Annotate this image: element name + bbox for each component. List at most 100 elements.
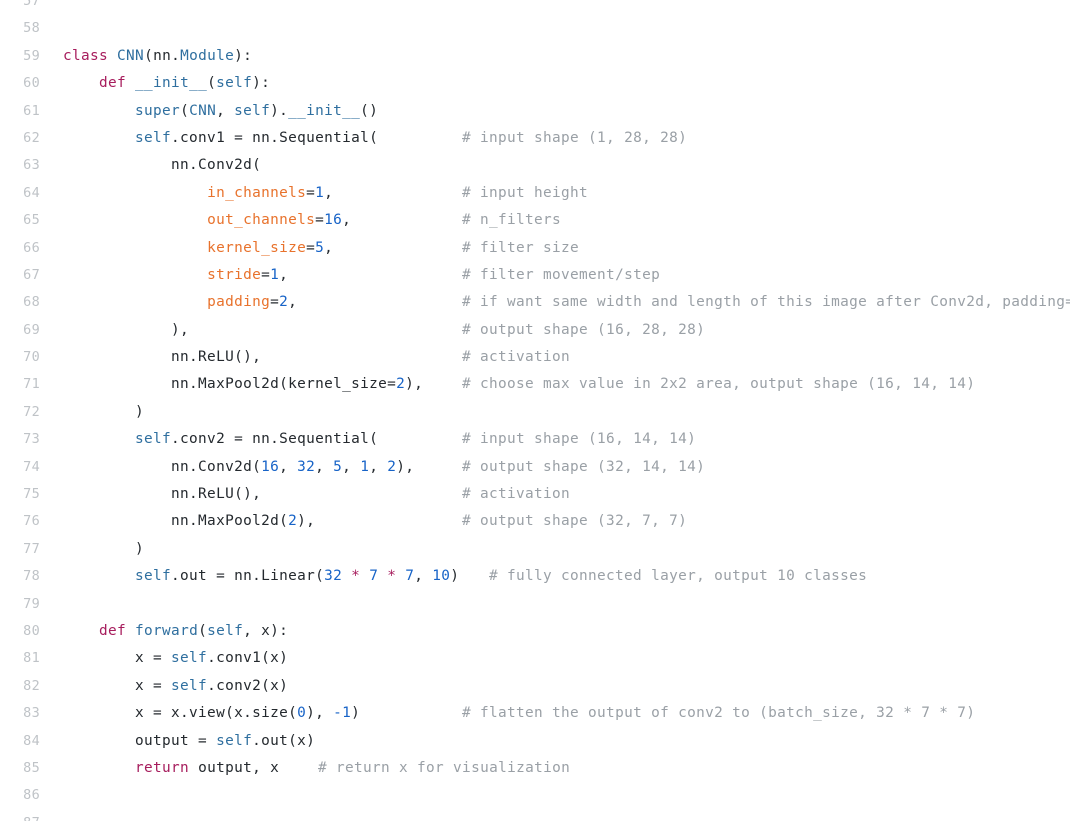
code-text[interactable]: ), <box>63 317 189 344</box>
code-line[interactable]: 75 nn.ReLU(), # activation <box>0 481 1070 508</box>
code-text[interactable]: nn.MaxPool2d(kernel_size=2), <box>63 371 423 398</box>
line-number: 74 <box>23 458 40 475</box>
code-comment: # input shape (16, 14, 14) <box>462 431 697 448</box>
line-number: 83 <box>23 705 40 722</box>
line-number: 86 <box>23 787 40 804</box>
code-text[interactable]: super(CNN, self).__init__() <box>63 98 378 125</box>
code-text[interactable]: kernel_size=5, <box>63 235 333 262</box>
code-line[interactable]: 73 self.conv2 = nn.Sequential(# input sh… <box>0 426 1070 453</box>
code-line[interactable]: 85 return output, x # return x for visual… <box>0 755 1070 782</box>
code-text[interactable]: self.out = nn.Linear(32 * 7 * 7, 10) <box>63 563 459 590</box>
code-text[interactable]: padding=2, <box>63 289 297 316</box>
code-text[interactable]: def forward(self, x): <box>63 618 288 645</box>
code-line[interactable]: 67 stride=1, # filter movement/step <box>0 262 1070 289</box>
code-text[interactable]: ) <box>63 399 144 426</box>
code-text[interactable]: stride=1, <box>63 262 288 289</box>
code-text[interactable]: x = self.conv1(x) <box>63 645 288 672</box>
code-comment: # filter movement/step <box>462 266 661 283</box>
code-text[interactable]: class CNN(nn.Module): <box>63 43 252 70</box>
code-line[interactable]: 59 class CNN(nn.Module): <box>0 43 1070 70</box>
code-line[interactable]: 62 self.conv1 = nn.Sequential(# input sh… <box>0 125 1070 152</box>
code-comment: # activation <box>462 486 571 503</box>
code-comment: # filter size <box>462 239 580 256</box>
code-text[interactable]: nn.Conv2d( <box>63 152 261 179</box>
line-number: 85 <box>23 759 40 776</box>
code-line[interactable]: 71 nn.MaxPool2d(kernel_size=2), # choose … <box>0 371 1070 398</box>
line-number: 87 <box>0 810 40 821</box>
code-text[interactable]: x = x.view(x.size(0), -1) <box>63 700 360 727</box>
code-line[interactable]: 74 nn.Conv2d(16, 32, 5, 1, 2), # output s… <box>0 454 1070 481</box>
code-line[interactable]: 84 output = self.out(x) <box>0 728 1070 755</box>
line-number: 60 <box>23 75 40 92</box>
line-number: 64 <box>23 184 40 201</box>
line-number: 59 <box>23 47 40 64</box>
code-line[interactable]: 83 x = x.view(x.size(0), -1) # flatten th… <box>0 700 1070 727</box>
line-number: 82 <box>23 677 40 694</box>
code-comment: # fully connected layer, output 10 class… <box>489 568 868 585</box>
line-number: 58 <box>23 20 40 37</box>
line-number: 84 <box>23 732 40 749</box>
code-line[interactable]: 58 <box>0 15 1070 42</box>
line-number: 78 <box>23 568 40 585</box>
code-line[interactable]: 64 in_channels=1, # input height <box>0 180 1070 207</box>
code-comment: # flatten the output of conv2 to (batch_… <box>462 705 976 722</box>
code-line[interactable]: 80 def forward(self, x): <box>0 618 1070 645</box>
line-number: 79 <box>23 595 40 612</box>
line-number: 57 <box>23 0 40 9</box>
code-text[interactable]: def __init__(self): <box>63 70 270 97</box>
code-scroll-container[interactable]: 57 58 59 class CNN(nn.Module): 60 def __init… <box>0 0 1070 821</box>
code-line[interactable]: 81 x = self.conv1(x) <box>0 645 1070 672</box>
code-line[interactable]: 60 def __init__(self): <box>0 70 1070 97</box>
code-viewer[interactable]: 57 58 59 class CNN(nn.Module): 60 def __init… <box>0 0 1070 821</box>
line-number: 81 <box>23 650 40 667</box>
code-line[interactable]: 70 nn.ReLU(), # activation <box>0 344 1070 371</box>
code-comment: # n_filters <box>462 212 562 229</box>
line-number: 63 <box>23 157 40 174</box>
line-number: 61 <box>23 102 40 119</box>
code-line[interactable]: 86 <box>0 782 1070 809</box>
code-text[interactable]: x = self.conv2(x) <box>63 673 288 700</box>
line-number: 68 <box>23 294 40 311</box>
code-text[interactable]: out_channels=16, <box>63 207 351 234</box>
code-line[interactable]: 61 super(CNN, self).__init__() <box>0 98 1070 125</box>
code-comment: # output shape (32, 14, 14) <box>462 458 706 475</box>
code-text[interactable]: self.conv2 = nn.Sequential( <box>63 426 378 453</box>
code-line[interactable]: 72 ) <box>0 399 1070 426</box>
code-comment: # choose max value in 2x2 area, output s… <box>462 376 976 393</box>
line-number: 69 <box>23 321 40 338</box>
code-comment: # return x for visualization <box>318 759 571 776</box>
line-number: 76 <box>23 513 40 530</box>
code-comment: # input height <box>462 184 589 201</box>
code-line[interactable]: 82 x = self.conv2(x) <box>0 673 1070 700</box>
code-text[interactable]: return output, x <box>63 755 279 782</box>
code-line[interactable]: 87 <box>0 810 1070 821</box>
code-line[interactable]: 68 padding=2, # if want same width and le… <box>0 289 1070 316</box>
code-text[interactable]: in_channels=1, <box>63 180 333 207</box>
line-number: 80 <box>23 622 40 639</box>
line-number: 66 <box>23 239 40 256</box>
code-text[interactable]: output = self.out(x) <box>63 728 315 755</box>
code-comment: # input shape (1, 28, 28) <box>462 129 688 146</box>
code-line[interactable]: 69 ), # output shape (16, 28, 28) <box>0 317 1070 344</box>
code-text[interactable]: nn.ReLU(), <box>63 344 261 371</box>
code-line[interactable]: 66 kernel_size=5, # filter size <box>0 235 1070 262</box>
code-line[interactable]: 77 ) <box>0 536 1070 563</box>
code-text[interactable]: nn.MaxPool2d(2), <box>63 508 315 535</box>
code-line[interactable]: 65 out_channels=16, # n_filters <box>0 207 1070 234</box>
code-comment: # activation <box>462 349 571 366</box>
code-comment: # output shape (16, 28, 28) <box>462 321 706 338</box>
code-text[interactable]: nn.ReLU(), <box>63 481 261 508</box>
code-line[interactable]: 76 nn.MaxPool2d(2), # output shape (32, 7… <box>0 508 1070 535</box>
code-line[interactable]: 57 <box>0 0 1070 15</box>
code-text[interactable]: nn.Conv2d(16, 32, 5, 1, 2), <box>63 454 414 481</box>
code-comment: # if want same width and length of this … <box>462 294 1070 311</box>
code-line[interactable]: 79 <box>0 591 1070 618</box>
code-line[interactable]: 78 self.out = nn.Linear(32 * 7 * 7, 10) #… <box>0 563 1070 590</box>
code-text[interactable]: ) <box>63 536 144 563</box>
line-number: 70 <box>23 349 40 366</box>
code-text[interactable]: self.conv1 = nn.Sequential( <box>63 125 378 152</box>
line-number: 65 <box>23 212 40 229</box>
code-line[interactable]: 63 nn.Conv2d( <box>0 152 1070 179</box>
line-number: 75 <box>23 486 40 503</box>
line-number: 77 <box>23 540 40 557</box>
